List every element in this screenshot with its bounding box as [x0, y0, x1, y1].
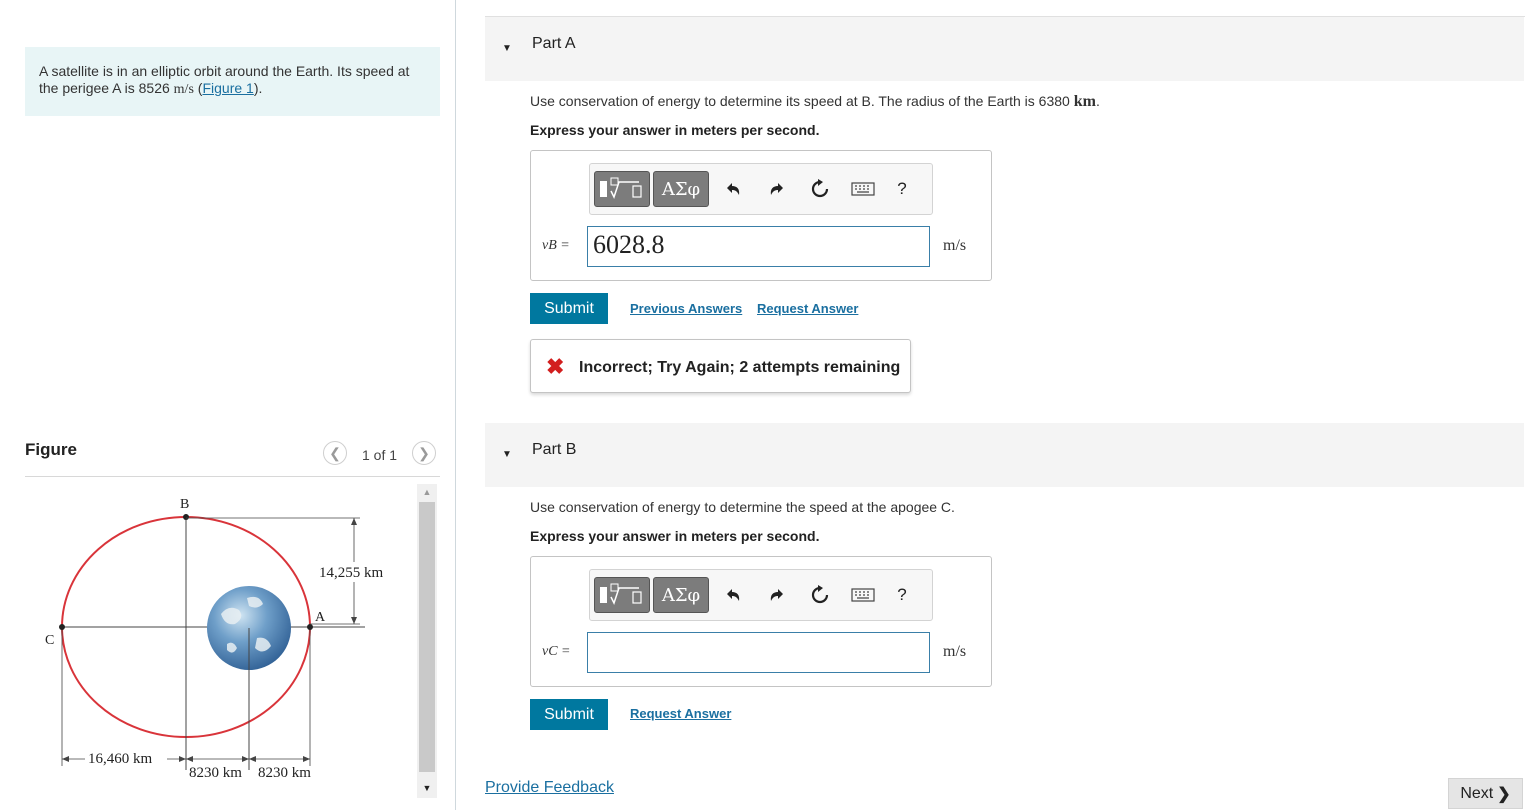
- undo-icon[interactable]: [721, 177, 745, 201]
- part-b-instruction: Express your answer in meters per second…: [530, 528, 820, 544]
- keyboard-icon[interactable]: [848, 177, 878, 201]
- chevron-left-icon: ❮: [329, 444, 341, 461]
- part-b-answer-box: ΑΣφ ? vC = m/s: [530, 556, 992, 687]
- part-a-question-end: .: [1095, 93, 1100, 109]
- problem-statement: A satellite is in an elliptic orbit arou…: [25, 47, 440, 116]
- part-a-answer-box: ΑΣφ ? vB = 6028.8 m/s: [530, 150, 992, 281]
- label-b: B: [180, 497, 189, 512]
- column-divider: [455, 0, 456, 810]
- templates-icon: [600, 177, 642, 199]
- part-a-title: Part A: [532, 35, 576, 52]
- chevron-right-icon: ❯: [418, 444, 430, 461]
- figure-counter: 1 of 1: [362, 447, 398, 463]
- greek-letters-button[interactable]: ΑΣφ: [653, 171, 709, 207]
- answer-label-text: vC =: [542, 644, 571, 659]
- incorrect-x-icon: ✖: [546, 354, 565, 379]
- scroll-thumb[interactable]: [419, 502, 435, 772]
- orbit-diagram: B A C 14,255 km 16,460 km 8230 km 8230 k…: [45, 497, 384, 781]
- point-b: [183, 514, 189, 520]
- math-toolbar: ΑΣφ ?: [589, 163, 933, 215]
- answer-input-vb[interactable]: 6028.8: [587, 226, 930, 267]
- figure-link[interactable]: Figure 1: [202, 80, 253, 96]
- reset-icon[interactable]: [808, 583, 832, 607]
- part-b-request-answer-link[interactable]: Request Answer: [630, 706, 731, 721]
- label-vertical-distance: 14,255 km: [319, 565, 384, 581]
- arrowhead-down: [351, 617, 357, 624]
- arrowhead-right-1: [179, 756, 186, 762]
- previous-answers-link[interactable]: Previous Answers: [630, 301, 742, 316]
- answer-label-text: vB =: [542, 238, 570, 253]
- templates-icon: [600, 583, 642, 605]
- undo-icon[interactable]: [721, 583, 745, 607]
- part-b-question: Use conservation of energy to determine …: [530, 499, 955, 515]
- math-toolbar: ΑΣφ ?: [589, 569, 933, 621]
- problem-end: .: [258, 80, 263, 96]
- figure-scrollbar[interactable]: ▲ ▼: [417, 484, 437, 798]
- part-a-question: Use conservation of energy to determine …: [530, 93, 1100, 111]
- figure-prev-button[interactable]: ❮: [323, 441, 347, 465]
- scroll-up-arrow-icon[interactable]: ▲: [417, 484, 437, 500]
- answer-unit: m/s: [943, 237, 967, 254]
- help-icon[interactable]: ?: [890, 177, 914, 201]
- collapse-triangle-icon[interactable]: ▼: [502, 43, 512, 54]
- help-icon[interactable]: ?: [890, 583, 914, 607]
- greek-letters-icon: ΑΣφ: [661, 178, 701, 200]
- reset-icon[interactable]: [808, 177, 832, 201]
- greek-letters-button[interactable]: ΑΣφ: [653, 577, 709, 613]
- figure-title: Figure: [25, 440, 77, 459]
- feedback-text: Incorrect; Try Again; 2 attempts remaini…: [579, 359, 901, 376]
- arrowhead-left-2: [186, 756, 193, 762]
- redo-icon[interactable]: [765, 177, 789, 201]
- point-a: [307, 624, 313, 630]
- label-c: C: [45, 633, 54, 648]
- answer-unit: m/s: [943, 643, 967, 660]
- answer-label-vb: vB =: [542, 236, 570, 254]
- orbit-figure: B A C 14,255 km 16,460 km 8230 km 8230 k…: [25, 478, 415, 798]
- arrowhead-left-1: [62, 756, 69, 762]
- arrowhead-left-3: [249, 756, 256, 762]
- greek-letters-icon: ΑΣφ: [661, 584, 701, 606]
- redo-icon[interactable]: [765, 583, 789, 607]
- answer-label-vc: vC =: [542, 642, 571, 660]
- arrowhead-right-3: [303, 756, 310, 762]
- next-label: Next: [1460, 784, 1494, 802]
- part-a-request-answer-link[interactable]: Request Answer: [757, 301, 858, 316]
- figure-next-button[interactable]: ❯: [412, 441, 436, 465]
- part-b-title: Part B: [532, 441, 577, 458]
- label-a: A: [315, 610, 326, 625]
- part-a-submit-button[interactable]: Submit: [530, 293, 608, 324]
- answer-input-vc[interactable]: [587, 632, 930, 673]
- next-button[interactable]: Next ❯: [1448, 778, 1523, 809]
- provide-feedback-link[interactable]: Provide Feedback: [485, 779, 614, 797]
- part-b-header[interactable]: ▼ Part B: [485, 423, 1524, 487]
- arrowhead-up: [351, 518, 357, 525]
- figure-divider: [25, 476, 440, 477]
- part-a-question-text: Use conservation of energy to determine …: [530, 93, 1074, 109]
- templates-button[interactable]: [594, 171, 650, 207]
- templates-button[interactable]: [594, 577, 650, 613]
- part-a-instruction: Express your answer in meters per second…: [530, 122, 820, 138]
- collapse-triangle-icon[interactable]: ▼: [502, 449, 512, 460]
- radius-unit: km: [1073, 93, 1096, 110]
- arrowhead-right-2: [242, 756, 249, 762]
- feedback-box: ✖ Incorrect; Try Again; 2 attempts remai…: [530, 339, 911, 393]
- label-mid-distance-1: 8230 km: [189, 765, 242, 781]
- label-mid-distance-2: 8230 km: [258, 765, 311, 781]
- speed-unit: m/s: [173, 82, 194, 97]
- point-c: [59, 624, 65, 630]
- keyboard-icon[interactable]: [848, 583, 878, 607]
- part-a-header[interactable]: ▼ Part A: [485, 17, 1524, 81]
- label-left-distance: 16,460 km: [88, 751, 153, 767]
- part-b-submit-button[interactable]: Submit: [530, 699, 608, 730]
- scroll-down-arrow-icon[interactable]: ▼: [417, 780, 437, 796]
- chevron-right-icon: ❯: [1497, 785, 1511, 803]
